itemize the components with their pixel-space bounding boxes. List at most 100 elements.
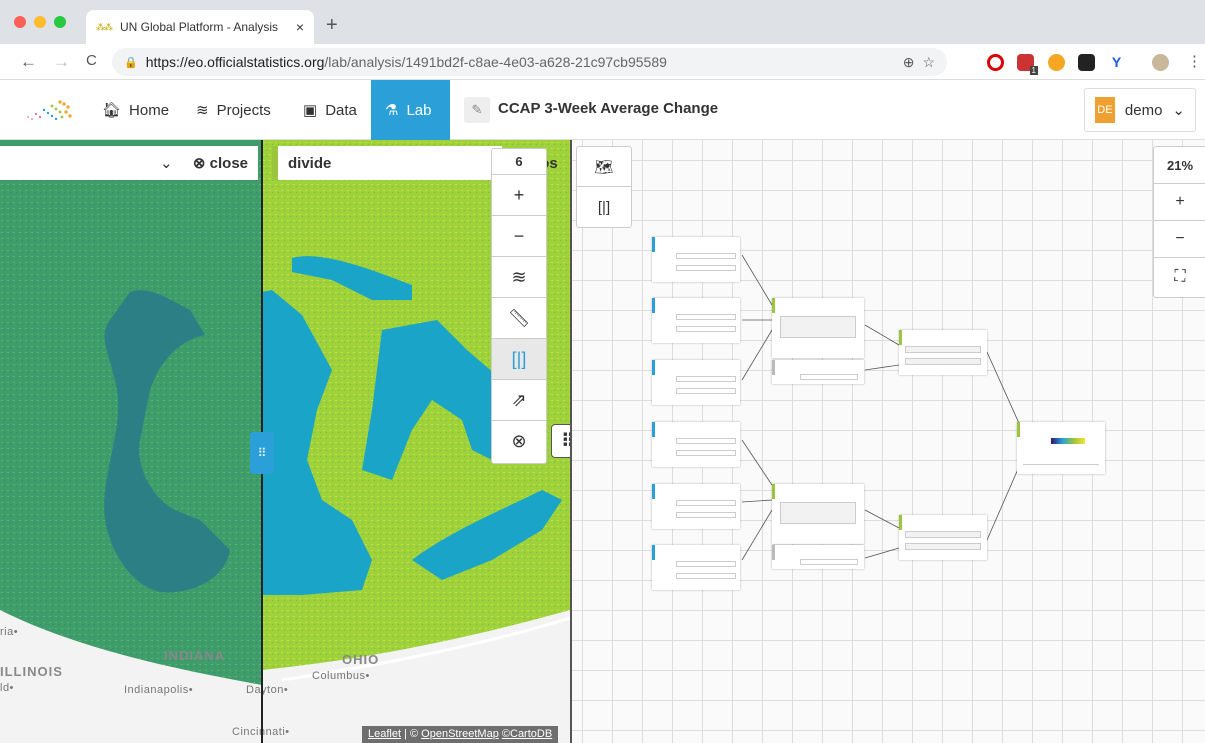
graph-node-operation[interactable] bbox=[772, 298, 864, 358]
graph-node-constant[interactable] bbox=[772, 545, 864, 569]
close-window-button[interactable] bbox=[14, 16, 26, 28]
node-header bbox=[1017, 422, 1023, 437]
browser-tab[interactable]: ⁂⁂ UN Global Platform - Analysis × bbox=[86, 10, 314, 44]
profile-avatar-icon[interactable] bbox=[1152, 54, 1169, 71]
layers-button[interactable]: ≋ bbox=[492, 257, 546, 298]
map-view[interactable]: ria• INDIANA OHIO Columbus• ILLINOIS ld•… bbox=[0, 140, 570, 743]
address-bar-row: ← → C 🔒 https://eo.officialstatistics.or… bbox=[0, 44, 1205, 80]
maximize-window-button[interactable] bbox=[54, 16, 66, 28]
graph-node-input[interactable] bbox=[652, 237, 740, 282]
user-menu-button[interactable]: DE demo ⌄ bbox=[1084, 88, 1196, 132]
edit-title-button[interactable]: ✎ bbox=[464, 97, 490, 123]
node-field bbox=[905, 358, 981, 365]
left-close-label: close bbox=[209, 155, 248, 172]
tab-close-icon[interactable]: × bbox=[296, 19, 304, 35]
bookmark-star-icon[interactable]: ☆ bbox=[922, 54, 935, 71]
place-label: Indianapolis• bbox=[124, 684, 194, 696]
minimize-window-button[interactable] bbox=[34, 16, 46, 28]
node-header bbox=[772, 298, 778, 313]
grip-dots-icon: ⠿ bbox=[561, 430, 570, 451]
attribution-separator: | © bbox=[401, 728, 422, 740]
app-header: 🏠︎ Home ≋ Projects ▣ Data ⚗ Lab ✎ CCAP 3-Wee… bbox=[0, 80, 1205, 140]
nav-lab-label: Lab bbox=[406, 101, 432, 119]
split-handle[interactable]: ⠿ bbox=[250, 432, 274, 474]
place-label: INDIANA bbox=[164, 648, 226, 663]
extension-icon[interactable]: 1 bbox=[1017, 54, 1038, 75]
graph-node-output[interactable] bbox=[1017, 422, 1105, 474]
browser-menu-button[interactable]: ⋮ bbox=[1187, 52, 1202, 70]
cookie-extension-icon[interactable] bbox=[1048, 54, 1065, 71]
opera-extension-icon[interactable] bbox=[987, 54, 1004, 71]
colormap-bar bbox=[1051, 438, 1085, 444]
node-field bbox=[676, 314, 736, 320]
left-close-button[interactable]: ⊗ close bbox=[193, 154, 248, 172]
nav-lab[interactable]: ⚗ Lab bbox=[371, 80, 450, 140]
extension-badge: 1 bbox=[1029, 66, 1038, 75]
right-layer-select[interactable]: divide bbox=[272, 146, 502, 180]
nav-home[interactable]: 🏠︎ Home bbox=[88, 80, 183, 140]
mask-extension-icon[interactable] bbox=[1078, 54, 1095, 71]
node-header bbox=[772, 484, 778, 499]
lock-icon: 🔒 bbox=[124, 56, 138, 69]
graph-node-input[interactable] bbox=[652, 360, 740, 405]
carto-link[interactable]: ©CartoDB bbox=[502, 728, 552, 740]
reload-button[interactable]: C bbox=[86, 52, 97, 69]
leaflet-link[interactable]: Leaflet bbox=[368, 728, 401, 740]
node-header bbox=[652, 545, 658, 560]
node-field bbox=[800, 374, 858, 380]
node-field bbox=[676, 376, 736, 382]
map-zoom-level: 6 bbox=[492, 149, 546, 175]
chevron-down-icon[interactable]: ⌄ bbox=[160, 154, 173, 172]
node-field bbox=[676, 500, 736, 506]
new-tab-button[interactable]: + bbox=[326, 14, 338, 37]
share-button[interactable]: ⇗ bbox=[492, 380, 546, 421]
place-label: Dayton• bbox=[246, 684, 289, 696]
graph-node-input[interactable] bbox=[652, 422, 740, 467]
map-drag-handle[interactable]: ⠿ bbox=[551, 424, 570, 458]
drag-handle-icon: ⠿ bbox=[257, 446, 267, 460]
graph-node-input[interactable] bbox=[652, 484, 740, 529]
analysis-title: CCAP 3-Week Average Change bbox=[498, 100, 719, 117]
measure-button[interactable]: 📏︎ bbox=[492, 298, 546, 339]
app-logo-icon[interactable] bbox=[18, 98, 78, 122]
graph-node-input[interactable] bbox=[652, 545, 740, 590]
nav-projects[interactable]: ≋ Projects bbox=[182, 80, 285, 140]
database-icon: ▣ bbox=[303, 102, 318, 119]
nav-home-label: Home bbox=[129, 101, 170, 119]
split-view-button[interactable]: [|] bbox=[492, 339, 546, 380]
graph-node-operation[interactable] bbox=[899, 330, 987, 375]
graph-node-operation[interactable] bbox=[899, 515, 987, 560]
place-label: ILLINOIS bbox=[0, 664, 63, 679]
graph-node-input[interactable] bbox=[652, 298, 740, 343]
place-label: ria• bbox=[0, 626, 19, 638]
osm-link[interactable]: OpenStreetMap bbox=[421, 728, 499, 740]
graph-node-operation[interactable] bbox=[772, 484, 864, 544]
url-input[interactable]: 🔒 https://eo.officialstatistics.org/lab/… bbox=[112, 48, 947, 76]
node-header bbox=[652, 298, 658, 313]
map-zoom-in-button[interactable]: + bbox=[492, 175, 546, 216]
node-graph-canvas[interactable]: 🗺︎ [|] 21% + − ⛶ bbox=[570, 140, 1205, 743]
node-divider bbox=[1023, 464, 1099, 465]
node-field bbox=[905, 531, 981, 538]
nav-data[interactable]: ▣ Data bbox=[289, 80, 371, 140]
place-label: OHIO bbox=[342, 652, 380, 667]
place-label: ld• bbox=[0, 682, 14, 694]
node-field bbox=[676, 326, 736, 332]
close-circle-icon: ⊗ bbox=[192, 155, 206, 172]
v-extension-icon[interactable]: Y bbox=[1108, 54, 1125, 71]
layers-icon: ≋ bbox=[511, 266, 527, 287]
map-zoom-out-button[interactable]: − bbox=[492, 216, 546, 257]
zoom-icon[interactable]: ⊕ bbox=[903, 54, 915, 71]
back-button[interactable]: ← bbox=[20, 52, 37, 72]
map-toolbar: 6 + − ≋ 📏︎ [|] ⇗ ⊗ bbox=[491, 148, 547, 464]
map-close-button[interactable]: ⊗ bbox=[492, 421, 546, 462]
place-label: Columbus• bbox=[312, 670, 370, 682]
layers-icon: ≋ bbox=[196, 102, 209, 119]
left-layer-select[interactable]: ⌄ ⊗ close bbox=[0, 146, 258, 180]
right-layer-value: divide bbox=[288, 154, 332, 172]
forward-button[interactable]: → bbox=[53, 52, 70, 72]
graph-node-constant[interactable] bbox=[772, 360, 864, 384]
node-header bbox=[899, 330, 905, 345]
user-name: demo bbox=[1124, 101, 1163, 119]
node-header bbox=[652, 484, 658, 499]
